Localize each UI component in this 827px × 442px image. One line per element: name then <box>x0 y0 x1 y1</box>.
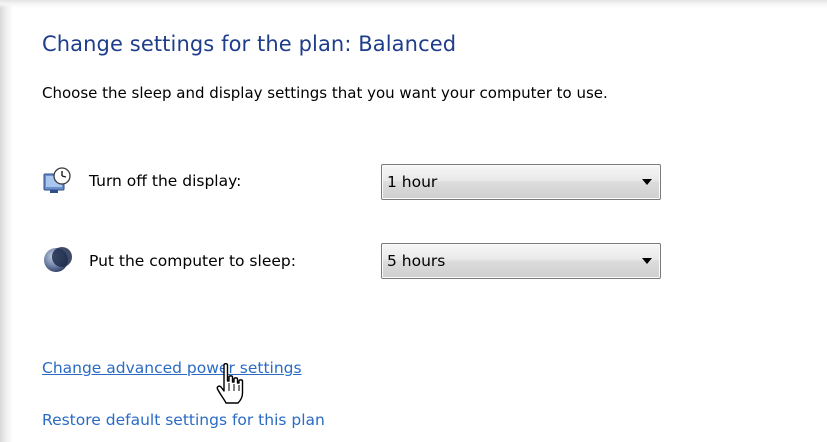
power-plan-settings-panel: Change settings for the plan: Balanced C… <box>0 0 827 442</box>
page-description: Choose the sleep and display settings th… <box>42 84 608 102</box>
restore-default-settings-link[interactable]: Restore default settings for this plan <box>42 411 325 429</box>
advanced-power-settings-link[interactable]: Change advanced power settings <box>42 359 302 377</box>
sleep-timeout-value: 5 hours <box>387 252 446 270</box>
display-timeout-select[interactable]: 1 hour <box>381 164 661 200</box>
chevron-down-icon <box>642 258 652 264</box>
sleep-timeout-label: Put the computer to sleep: <box>89 252 296 270</box>
display-clock-icon <box>43 167 71 193</box>
sleep-timeout-select[interactable]: 5 hours <box>381 243 661 279</box>
display-timeout-value: 1 hour <box>387 173 438 191</box>
sleep-moon-icon <box>44 247 72 272</box>
display-timeout-label: Turn off the display: <box>89 172 242 190</box>
page-title: Change settings for the plan: Balanced <box>42 32 457 56</box>
hand-pointer-icon <box>216 363 244 404</box>
panel-shadow <box>0 0 827 8</box>
chevron-down-icon <box>642 179 652 185</box>
